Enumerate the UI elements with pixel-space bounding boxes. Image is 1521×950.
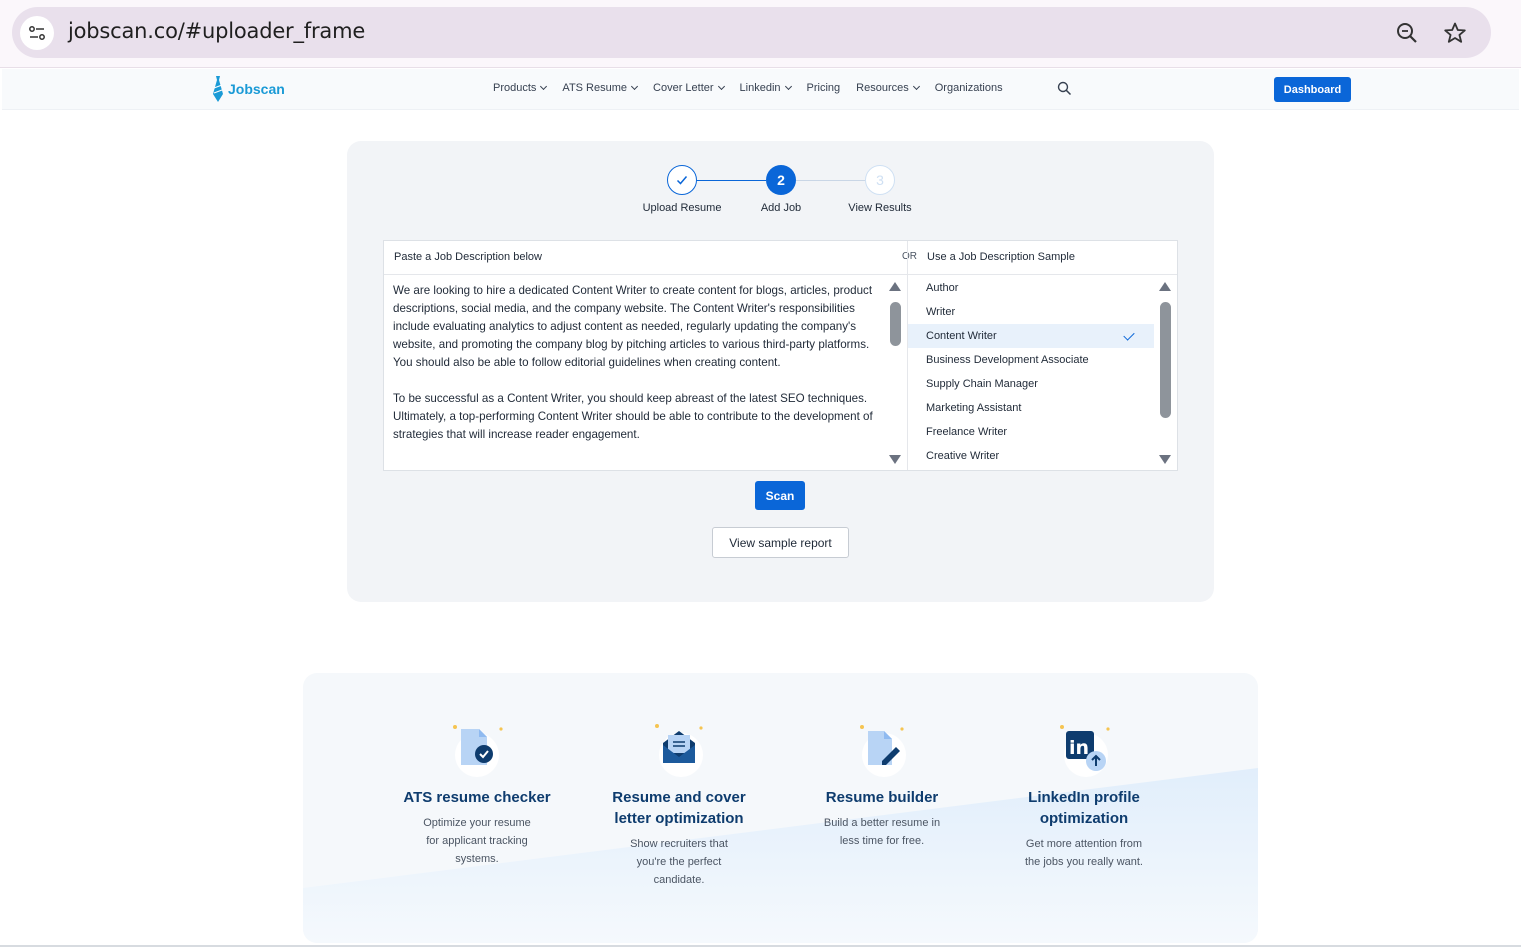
feature-title: ATS resume checker (403, 789, 551, 806)
jd-paragraph: We are looking to hire a dedicated Conte… (393, 284, 873, 369)
feature-title: Resume and cover letter optimization (612, 789, 746, 827)
feature-ats-checker[interactable]: ATS resume checker Optimize your resume … (392, 721, 562, 868)
step-number-upcoming: 3 (865, 165, 895, 195)
progress-stepper: 2 3 Upload Resume Add Job View Results (347, 165, 1214, 225)
sample-item-content-writer[interactable]: Content Writer (908, 324, 1154, 348)
nav-item-resources[interactable]: Resources (856, 82, 920, 94)
selected-check-icon (1123, 329, 1135, 341)
sample-item-author[interactable]: Author (908, 276, 1154, 300)
view-sample-report-button[interactable]: View sample report (712, 527, 849, 558)
step-label-view-results: View Results (848, 202, 912, 214)
sample-item-marketing-assistant[interactable]: Marketing Assistant (908, 396, 1154, 420)
feature-linkedin[interactable]: in LinkedIn profile optimization Get mor… (999, 721, 1169, 871)
or-divider-label: OR (902, 251, 917, 262)
search-icon[interactable] (1057, 81, 1072, 101)
bookmark-star-icon[interactable] (1442, 20, 1468, 46)
sample-scrollbar-thumb[interactable] (1160, 302, 1171, 418)
logo-text: Jobscan (228, 81, 285, 97)
dashboard-button[interactable]: Dashboard (1274, 77, 1351, 102)
chevron-down-icon (717, 82, 725, 91)
chevron-down-icon (540, 82, 548, 91)
feature-description: Get more attention from the jobs you rea… (1024, 838, 1143, 868)
step-number-active: 2 (766, 165, 796, 195)
site-info-icon[interactable] (20, 16, 54, 50)
sample-item-writer[interactable]: Writer (908, 300, 1154, 324)
scroll-down-arrow-icon[interactable] (889, 455, 901, 464)
nav-item-linkedin[interactable]: Linkedin (740, 82, 792, 94)
sample-list: Author Writer Content Writer Business De… (908, 276, 1154, 468)
nav-item-cover-letter[interactable]: Cover Letter (653, 82, 725, 94)
nav-item-products[interactable]: Products (493, 82, 548, 94)
scroll-up-arrow-icon[interactable] (889, 282, 901, 291)
feature-description: Show recruiters that you're the perfect … (630, 838, 728, 886)
step-connector (696, 180, 766, 181)
divider (0, 945, 1521, 947)
feature-title: Resume builder (825, 789, 939, 806)
scan-button[interactable]: Scan (755, 481, 805, 510)
step-label-add-job: Add Job (760, 202, 802, 214)
paste-heading: Paste a Job Description below (394, 251, 542, 263)
step-label-upload: Upload Resume (642, 202, 722, 214)
feature-cover-letter[interactable]: Resume and cover letter optimization Sho… (594, 721, 764, 889)
browser-toolbar: jobscan.co/#uploader_frame (0, 0, 1521, 68)
scroll-down-arrow-icon[interactable] (1159, 455, 1171, 464)
chevron-down-icon (630, 82, 639, 91)
feature-title: LinkedIn profile optimization (1028, 789, 1140, 827)
step-done-check-icon (667, 165, 697, 195)
sample-item-business-development-associate[interactable]: Business Development Associate (908, 348, 1154, 372)
job-description-panel: Paste a Job Description below OR Use a J… (383, 240, 1178, 471)
divider (384, 274, 1177, 275)
sample-item-supply-chain-manager[interactable]: Supply Chain Manager (908, 372, 1154, 396)
step-connector (796, 180, 866, 181)
feature-description: Build a better resume in less time for f… (823, 817, 941, 847)
textarea-scrollbar-thumb[interactable] (890, 302, 901, 346)
chevron-down-icon (784, 82, 792, 91)
features-section: ATS resume checker Optimize your resume … (303, 673, 1258, 943)
nav-item-ats-resume[interactable]: ATS Resume (562, 82, 639, 94)
envelope-icon (649, 721, 709, 781)
document-pen-icon (852, 721, 912, 781)
zoom-icon[interactable] (1394, 20, 1420, 46)
uploader-card: 2 3 Upload Resume Add Job View Results P… (347, 141, 1214, 602)
jobscan-logo[interactable]: Jobscan (212, 74, 285, 104)
linkedin-upload-icon: in (1054, 721, 1114, 781)
feature-resume-builder[interactable]: Resume builder Build a better resume in … (797, 721, 967, 850)
sample-heading: Use a Job Description Sample (927, 251, 1075, 263)
document-check-icon (447, 721, 507, 781)
nav-item-organizations[interactable]: Organizations (935, 82, 1003, 94)
url-text[interactable]: jobscan.co/#uploader_frame (68, 19, 365, 43)
tie-logo-icon (213, 76, 223, 102)
svg-text:in: in (1069, 737, 1089, 759)
site-navbar: Jobscan Products ATS Resume Cover Letter… (2, 69, 1519, 110)
job-description-textarea[interactable]: We are looking to hire a dedicated Conte… (393, 282, 879, 462)
sample-item-creative-writer[interactable]: Creative Writer (908, 444, 1154, 468)
jd-paragraph: To be successful as a Content Writer, yo… (393, 392, 873, 441)
address-bar[interactable]: jobscan.co/#uploader_frame (12, 7, 1491, 58)
feature-description: Optimize your resume for applicant track… (423, 817, 531, 865)
nav-item-pricing[interactable]: Pricing (807, 82, 841, 94)
chevron-down-icon (912, 82, 920, 91)
scroll-up-arrow-icon[interactable] (1159, 282, 1171, 291)
sample-item-freelance-writer[interactable]: Freelance Writer (908, 420, 1154, 444)
nav-links: Products ATS Resume Cover Letter Linkedi… (493, 82, 1019, 94)
